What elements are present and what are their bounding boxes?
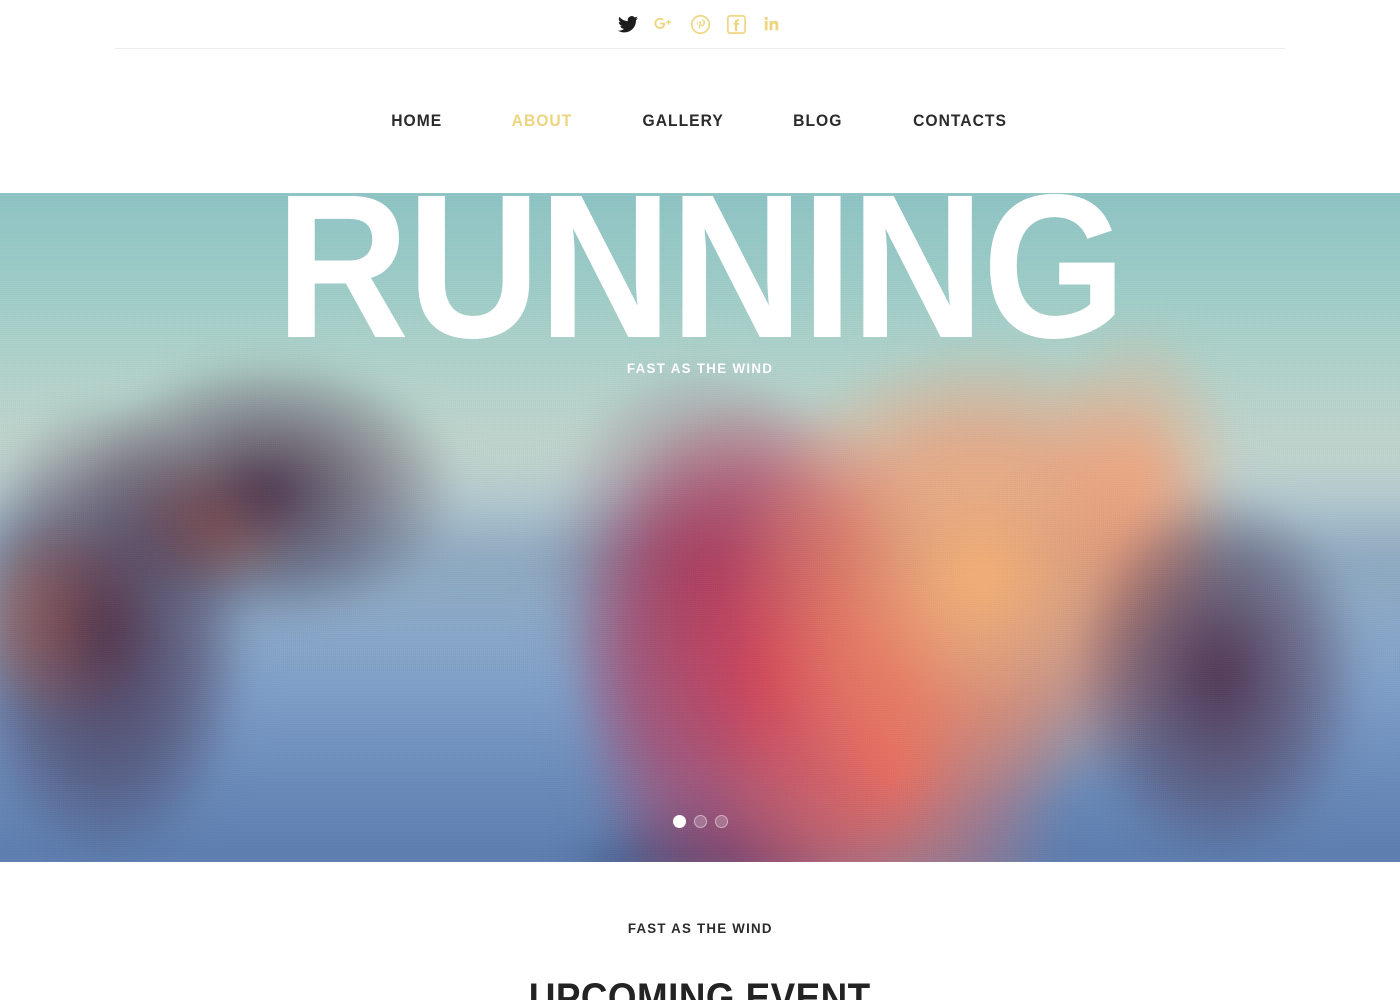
slider-dot-2[interactable] [693,815,707,828]
twitter-icon[interactable] [617,13,639,35]
nav-item-blog[interactable]: BLOG [759,111,877,131]
nav-link-home[interactable]: HOME [392,111,443,131]
section-heading: UPCOMING EVENT [529,976,871,1000]
hero-background-photo [0,193,1400,862]
hero-slider: RUNNING FAST AS THE WIND [0,193,1400,862]
linkedin-icon[interactable] [761,13,783,35]
facebook-icon[interactable] [725,13,747,35]
nav-item-contacts[interactable]: CONTACTS [877,111,1043,131]
google-plus-icon[interactable] [653,13,675,35]
nav-link-contacts[interactable]: CONTACTS [913,111,1007,131]
section-eyebrow: FAST AS THE WIND [627,920,773,936]
main-navigation: HOME ABOUT GALLERY BLOG CONTACTS [0,49,1400,193]
slider-dot-1[interactable] [672,815,686,828]
nav-item-gallery[interactable]: GALLERY [607,111,759,131]
nav-link-gallery[interactable]: GALLERY [642,111,723,131]
pinterest-icon[interactable] [689,13,711,35]
upcoming-event-section: FAST AS THE WIND UPCOMING EVENT [0,862,1400,1000]
nav-list: HOME ABOUT GALLERY BLOG CONTACTS [357,111,1042,131]
nav-link-about[interactable]: ABOUT [511,111,572,131]
social-bar [0,0,1400,48]
nav-item-home[interactable]: HOME [357,111,476,131]
nav-link-blog[interactable]: BLOG [793,111,842,131]
nav-item-about[interactable]: ABOUT [477,111,607,131]
slider-pagination [0,815,1400,828]
slider-dot-3[interactable] [714,815,728,828]
